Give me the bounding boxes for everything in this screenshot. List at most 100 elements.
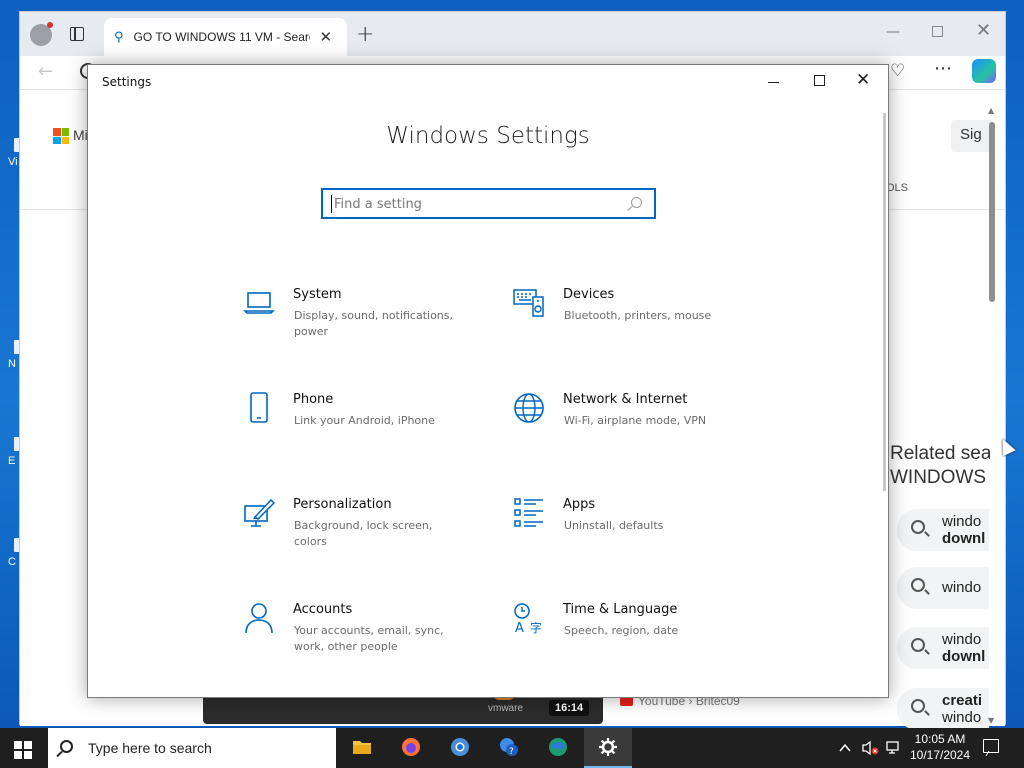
globe-icon — [514, 393, 544, 423]
video-thumbnail[interactable]: vmware 16:14 — [203, 692, 603, 724]
desktop-icon[interactable]: E — [0, 437, 20, 483]
related-search-item[interactable]: windo — [897, 567, 989, 609]
category-description: Wi-Fi, airplane mode, VPN — [564, 414, 707, 427]
settings-search[interactable] — [321, 188, 656, 219]
taskbar: Type here to search ? 10:05 AM 10/17/202… — [0, 728, 1024, 768]
svg-text:A: A — [515, 621, 524, 634]
folder-icon — [353, 741, 371, 754]
desktop-icon[interactable]: Vi — [0, 138, 20, 184]
window-title: Settings — [102, 75, 152, 89]
search-icon — [911, 638, 925, 652]
edge-app[interactable] — [534, 728, 582, 768]
copilot-icon[interactable] — [972, 59, 996, 83]
related-search-item[interactable]: windo downl — [897, 627, 989, 669]
time-language-icon: A 字 — [514, 603, 542, 634]
youtube-icon — [620, 697, 633, 706]
related-title-line: Related sea — [890, 443, 990, 464]
maximize-icon[interactable] — [814, 75, 825, 86]
minimize-icon[interactable]: — — [886, 24, 900, 40]
category-name: Phone — [293, 392, 334, 407]
profile-avatar-icon[interactable] — [30, 22, 53, 46]
page-title: Windows Settings — [386, 123, 590, 149]
category-name: Devices — [563, 287, 615, 302]
close-icon[interactable]: ✕ — [856, 70, 870, 90]
category-apps[interactable]: Apps Uninstall, defaults — [513, 497, 753, 567]
scroll-up-icon[interactable]: ▲ — [988, 106, 994, 115]
search-icon — [631, 197, 642, 208]
category-personalization[interactable]: Personalization Background, lock screen,… — [243, 497, 483, 567]
search-icon: ⚲ — [114, 29, 124, 45]
desktop-icon[interactable]: C — [0, 538, 20, 584]
tab-actions-icon[interactable] — [70, 27, 84, 41]
chromium-icon — [451, 738, 469, 756]
desktop-icon-label: Vi — [8, 156, 18, 168]
volume-muted-icon[interactable] — [861, 740, 879, 756]
settings-titlebar[interactable]: Settings ✕ — [88, 65, 888, 99]
category-system[interactable]: System Display, sound, notifications, po… — [243, 287, 483, 357]
person-icon — [245, 603, 273, 634]
search-input[interactable] — [331, 195, 621, 213]
chevron-up-icon[interactable] — [838, 741, 852, 755]
notification-icon[interactable] — [983, 739, 999, 753]
category-phone[interactable]: Phone Link your Android, iPhone — [243, 392, 483, 462]
desktop-icon[interactable]: N — [0, 340, 20, 386]
maximize-icon[interactable] — [932, 26, 943, 37]
desktop-icon-label: N — [8, 358, 16, 370]
category-description: Background, lock screen, colors — [294, 519, 433, 548]
app-list-icon — [514, 498, 543, 527]
desktop-icon-label: E — [8, 455, 16, 467]
tab-title: GO TO WINDOWS 11 VM - Search — [133, 30, 310, 44]
category-accounts[interactable]: Accounts Your accounts, email, sync, wor… — [243, 602, 483, 672]
category-network[interactable]: Network & Internet Wi-Fi, airplane mode,… — [513, 392, 753, 462]
search-icon — [911, 520, 925, 534]
network-icon[interactable] — [886, 740, 902, 756]
edge-icon — [549, 738, 567, 756]
category-name: Apps — [563, 497, 596, 512]
minimize-icon[interactable] — [768, 82, 779, 83]
settings-app[interactable] — [584, 728, 632, 768]
close-icon[interactable]: ✕ — [976, 20, 991, 41]
search-icon — [60, 740, 73, 753]
browser-essentials-icon[interactable]: ♡ — [890, 61, 905, 81]
microsoft-logo-icon[interactable] — [53, 128, 69, 144]
related-item-line: downl — [942, 530, 986, 547]
gear-icon — [599, 738, 617, 756]
related-search-item[interactable]: creati windo — [897, 688, 989, 730]
close-tab-icon[interactable]: ✕ — [320, 28, 333, 46]
windows-start-icon[interactable] — [14, 741, 32, 759]
related-title-line: WINDOWS — [890, 467, 987, 488]
category-description: Uninstall, defaults — [564, 519, 664, 532]
svg-text:字: 字 — [530, 620, 542, 634]
search-icon — [911, 578, 925, 592]
related-search-item[interactable]: windo downl — [897, 509, 989, 551]
chrome-app[interactable] — [436, 728, 484, 768]
more-options-icon[interactable]: ⋯ — [934, 58, 953, 79]
sign-in-button[interactable]: Sig — [951, 120, 993, 152]
scroll-thumb[interactable] — [989, 122, 995, 302]
back-icon[interactable]: ← — [38, 61, 53, 82]
clock-date: 10/17/2024 — [909, 748, 971, 762]
category-devices[interactable]: Devices Bluetooth, printers, mouse — [513, 287, 753, 357]
logo-text: Mi — [73, 127, 88, 143]
file-explorer-app[interactable] — [338, 728, 386, 768]
category-description: Display, sound, notifications, power — [294, 309, 454, 338]
category-description: Link your Android, iPhone — [294, 414, 435, 427]
related-item-line: windo — [942, 579, 982, 596]
page-scrollbar[interactable]: ▲ ▼ — [988, 106, 996, 726]
get-help-app[interactable]: ? — [485, 728, 533, 768]
tools-tab[interactable]: OLS — [886, 182, 908, 194]
system-clock[interactable]: 10:05 AM 10/17/2024 — [908, 731, 972, 763]
category-description: Speech, region, date — [564, 624, 679, 637]
firefox-app[interactable] — [387, 728, 435, 768]
taskbar-search[interactable]: Type here to search — [48, 728, 336, 768]
help-icon: ? — [500, 738, 518, 757]
related-item-line: windo — [942, 513, 982, 530]
svg-text:?: ? — [509, 747, 514, 757]
scroll-down-icon[interactable]: ▼ — [988, 716, 994, 725]
settings-scrollbar[interactable] — [883, 113, 886, 491]
new-tab-button[interactable]: + — [356, 22, 374, 47]
clock-time: 10:05 AM — [914, 732, 966, 746]
category-time-language[interactable]: A 字 Time & Language Speech, region, date — [513, 602, 753, 672]
browser-tab[interactable]: ⚲ GO TO WINDOWS 11 VM - Search ✕ — [104, 18, 347, 56]
related-item-line: creati — [942, 692, 983, 709]
